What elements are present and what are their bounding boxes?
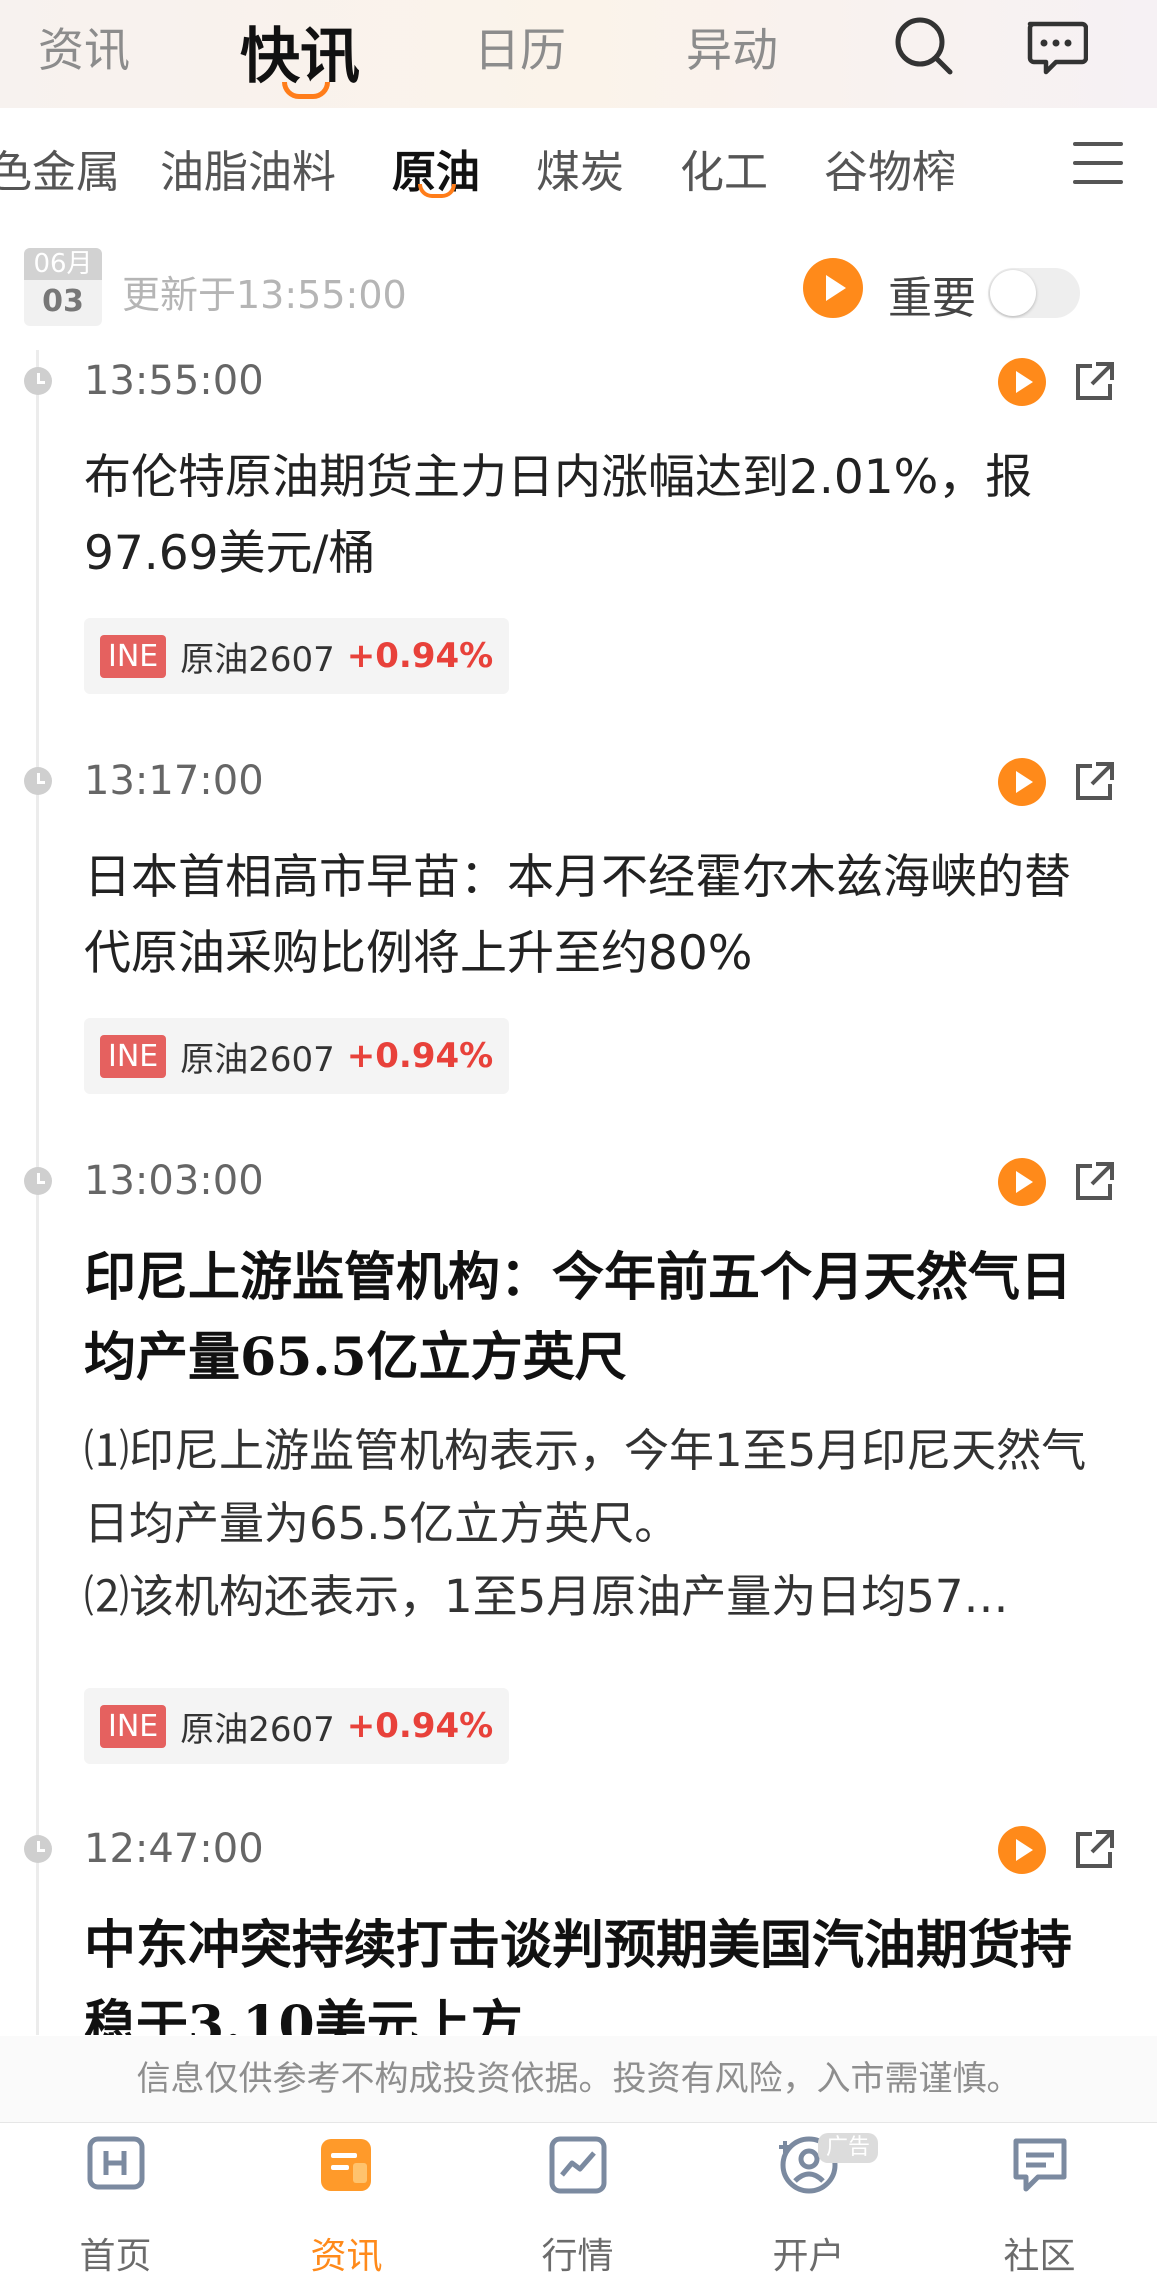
- active-tab-indicator: [282, 82, 330, 99]
- news-body-2: ⑵该机构还表示，1至5月原油产量为日均57…: [84, 1570, 1009, 1623]
- nav-home[interactable]: 首页: [0, 2123, 231, 2285]
- exchange-badge: INE: [100, 634, 167, 678]
- search-icon[interactable]: [892, 14, 956, 78]
- play-icon[interactable]: [998, 358, 1046, 406]
- updated-time: 更新于13:55:00: [122, 273, 407, 317]
- share-icon[interactable]: [1072, 1828, 1116, 1872]
- news-title[interactable]: 中东冲突持续打击谈判预期美国汽油期货持稳于3.10美元上方: [84, 1906, 1114, 2035]
- category-chemical[interactable]: 化工: [680, 136, 768, 200]
- news-feed[interactable]: 13:55:00 布伦特原油期货主力日内涨幅达到2.01%，报97.69美元/桶…: [0, 350, 1157, 2035]
- exchange-badge: INE: [100, 1704, 167, 1748]
- bottom-nav: 首页 资讯 行情 广告 开户 社区: [0, 2122, 1157, 2285]
- community-icon: [1013, 2138, 1067, 2192]
- category-coal[interactable]: 煤炭: [536, 136, 624, 200]
- category-oils[interactable]: 油脂油料: [160, 136, 336, 200]
- category-grains[interactable]: 谷物榨: [824, 136, 956, 200]
- nav-open-account-label: 开户: [772, 2236, 845, 2277]
- nav-market-label: 行情: [541, 2236, 614, 2277]
- quote-tag[interactable]: INE 原油2607 +0.94%: [84, 1018, 510, 1094]
- date-day: 03: [42, 284, 84, 319]
- nav-home-label: 首页: [79, 2236, 152, 2277]
- date-month: 06月: [24, 248, 102, 280]
- exchange-badge: INE: [100, 1034, 167, 1078]
- news-title[interactable]: 日本首相高市早苗：本月不经霍尔木兹海峡的替代原油采购比例将上升至约80%: [84, 840, 1114, 992]
- play-icon[interactable]: [998, 758, 1046, 806]
- price-change: +0.94%: [346, 1036, 494, 1076]
- price-change: +0.94%: [346, 636, 494, 676]
- nav-news[interactable]: 资讯: [231, 2123, 462, 2285]
- toggle-knob: [990, 270, 1036, 316]
- tab-calendar[interactable]: 日历: [474, 14, 566, 80]
- news-time: 13:17:00: [84, 758, 264, 804]
- news-time: 13:55:00: [84, 358, 264, 404]
- category-tabs: 色金属 油脂油料 原油 煤炭 化工 谷物榨: [0, 108, 1157, 228]
- share-icon[interactable]: [1072, 360, 1116, 404]
- play-icon[interactable]: [998, 1826, 1046, 1874]
- contract-name: 原油2607: [180, 1709, 335, 1750]
- category-nonferrous[interactable]: 色金属: [0, 136, 120, 200]
- menu-icon[interactable]: [1073, 142, 1123, 192]
- news-title[interactable]: 印尼上游监管机构：今年前五个月天然气日均产量65.5亿立方英尺: [84, 1238, 1114, 1398]
- news-body-1: ⑴印尼上游监管机构表示，今年1至5月印尼天然气日均产量为65.5亿立方英尺。: [84, 1424, 1087, 1550]
- category-fade: [977, 108, 1047, 228]
- news-title[interactable]: 布伦特原油期货主力日内涨幅达到2.01%，报97.69美元/桶: [84, 440, 1114, 592]
- nav-market[interactable]: 行情: [462, 2123, 693, 2285]
- play-icon[interactable]: [998, 1158, 1046, 1206]
- nav-community-label: 社区: [1003, 2236, 1076, 2277]
- share-icon[interactable]: [1072, 1160, 1116, 1204]
- contract-name: 原油2607: [180, 1039, 335, 1080]
- tab-news[interactable]: 资讯: [38, 14, 130, 80]
- quote-tag[interactable]: INE 原油2607 +0.94%: [84, 618, 510, 694]
- important-toggle[interactable]: [988, 268, 1080, 318]
- top-tab-bar: 资讯 快讯 日历 异动: [0, 0, 1157, 108]
- news-icon: [321, 2139, 371, 2191]
- quote-tag[interactable]: INE 原油2607 +0.94%: [84, 1688, 510, 1764]
- news-time: 13:03:00: [84, 1158, 264, 1204]
- clock-icon: [24, 1167, 52, 1195]
- important-label: 重要: [888, 273, 976, 324]
- tab-movement[interactable]: 异动: [686, 14, 778, 80]
- share-icon[interactable]: [1072, 760, 1116, 804]
- date-badge: 06月 03: [24, 248, 102, 326]
- message-icon[interactable]: [1024, 14, 1088, 78]
- home-icon: [87, 2136, 145, 2190]
- news-time: 12:47:00: [84, 1826, 264, 1872]
- price-change: +0.94%: [346, 1706, 494, 1746]
- risk-disclaimer: 信息仅供参考不构成投资依据。投资有风险，入市需谨慎。: [0, 2036, 1157, 2122]
- nav-open-account[interactable]: 广告 开户: [693, 2123, 924, 2285]
- play-all-icon[interactable]: [803, 258, 863, 318]
- nav-news-label: 资讯: [310, 2236, 383, 2277]
- nav-community[interactable]: 社区: [924, 2123, 1155, 2285]
- contract-name: 原油2607: [180, 639, 335, 680]
- ad-badge: 广告: [818, 2133, 879, 2163]
- chart-icon: [549, 2136, 607, 2194]
- clock-icon: [24, 367, 52, 395]
- clock-icon: [24, 1835, 52, 1863]
- clock-icon: [24, 767, 52, 795]
